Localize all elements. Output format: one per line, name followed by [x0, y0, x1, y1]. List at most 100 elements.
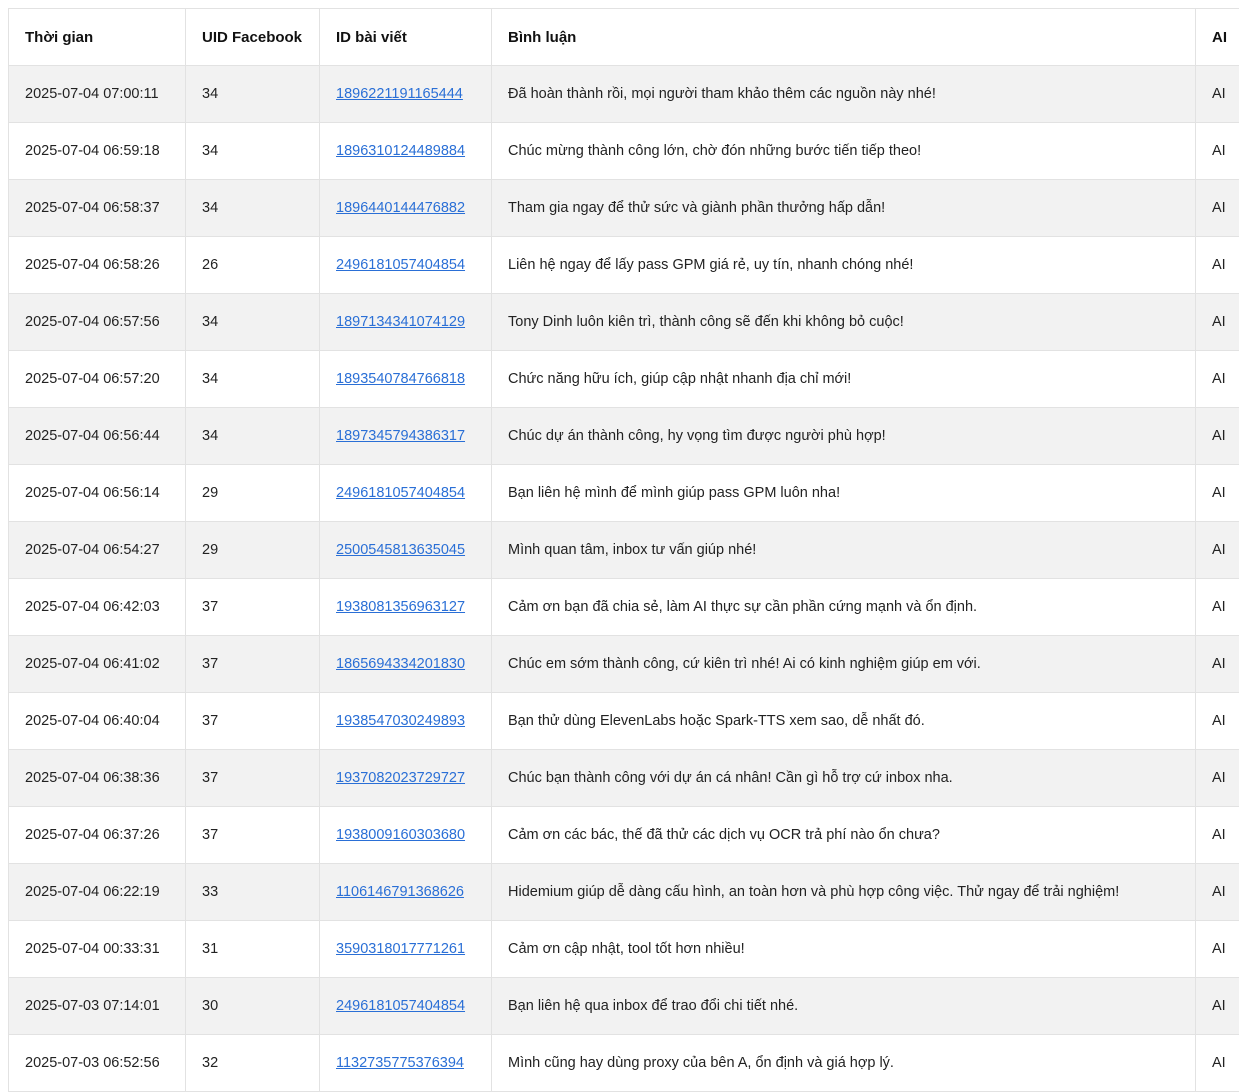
header-time: Thời gian — [9, 9, 186, 66]
cell-post-id: 2496181057404854 — [320, 237, 492, 294]
cell-uid: 34 — [186, 66, 320, 123]
cell-comment: Tony Dinh luôn kiên trì, thành công sẽ đ… — [492, 294, 1196, 351]
cell-comment: Bạn liên hệ qua inbox để trao đổi chi ti… — [492, 978, 1196, 1035]
post-id-link[interactable]: 2496181057404854 — [336, 485, 465, 501]
comments-table-container: Thời gian UID Facebook ID bài viết Bình … — [8, 8, 1239, 1092]
cell-uid: 26 — [186, 237, 320, 294]
cell-comment: Bạn liên hệ mình để mình giúp pass GPM l… — [492, 465, 1196, 522]
comments-table: Thời gian UID Facebook ID bài viết Bình … — [8, 8, 1239, 1092]
post-id-link[interactable]: 1896440144476882 — [336, 200, 465, 216]
table-row: 2025-07-04 06:56:4434 1897345794386317 Chú… — [9, 408, 1239, 465]
post-id-link[interactable]: 3590318017771261 — [336, 941, 465, 957]
table-row: 2025-07-04 06:42:03371938081356963127Cảm… — [9, 579, 1239, 636]
table-row: 2025-07-04 06:41:02371865694334201830Chú… — [9, 636, 1239, 693]
cell-time: 2025-07-04 06:58:26 — [9, 237, 186, 294]
cell-comment: Cảm ơn bạn đã chia sẻ, làm AI thực sự cầ… — [492, 579, 1196, 636]
cell-comment: Cảm ơn cập nhật, tool tốt hơn nhiều! — [492, 921, 1196, 978]
cell-comment: Mình quan tâm, inbox tư vấn giúp nhé! — [492, 522, 1196, 579]
table-row: 2025-07-04 06:22:19331106146791368626Hid… — [9, 864, 1239, 921]
table-row: 2025-07-04 06:54:2729 2500545813635045 Mìn… — [9, 522, 1239, 579]
cell-uid: 30 — [186, 978, 320, 1035]
cell-comment: Liên hệ ngay để lấy pass GPM giá rẻ, uy … — [492, 237, 1196, 294]
post-id-link[interactable]: 1896221191165444 — [336, 86, 463, 102]
cell-uid: 29 — [186, 465, 320, 522]
header-ai: AI — [1196, 9, 1239, 66]
cell-post-id: 1938009160303680 — [320, 807, 492, 864]
cell-uid: 34 — [186, 408, 320, 465]
table-row: 2025-07-04 06:57:20341893540784766818Chứ… — [9, 351, 1239, 408]
post-id-link[interactable]: 1132735775376394 — [336, 1055, 464, 1071]
cell-comment: Hidemium giúp dễ dàng cấu hình, an toàn … — [492, 864, 1196, 921]
cell-time: 2025-07-04 06:22:19 — [9, 864, 186, 921]
cell-time: 2025-07-04 06:56:44 — [9, 408, 186, 465]
cell-uid: 37 — [186, 636, 320, 693]
cell-time: 2025-07-04 06:41:02 — [9, 636, 186, 693]
cell-time: 2025-07-04 06:57:56 — [9, 294, 186, 351]
post-id-link[interactable]: 2496181057404854 — [336, 998, 465, 1014]
table-row: 2025-07-04 06:58:37341896440144476882Tha… — [9, 180, 1239, 237]
table-row: 2025-07-04 07:00:11341896221191165444Đã … — [9, 66, 1239, 123]
cell-comment: Mình cũng hay dùng proxy của bên A, ổn đ… — [492, 1035, 1196, 1092]
cell-ai: AI — [1196, 123, 1239, 180]
post-id-link[interactable]: 2496181057404854 — [336, 257, 465, 273]
cell-ai: AI — [1196, 807, 1239, 864]
cell-post-id: 1865694334201830 — [320, 636, 492, 693]
cell-post-id: 2496181057404854 — [320, 978, 492, 1035]
post-id-link[interactable]: 1106146791368626 — [336, 884, 464, 900]
cell-uid: 32 — [186, 1035, 320, 1092]
cell-uid: 37 — [186, 750, 320, 807]
cell-post-id: 1106146791368626 — [320, 864, 492, 921]
cell-ai: AI — [1196, 237, 1239, 294]
cell-ai: AI — [1196, 465, 1239, 522]
cell-post-id: 1896310124489884 — [320, 123, 492, 180]
table-row: 2025-07-04 06:58:2626 2496181057404854 Liê… — [9, 237, 1239, 294]
post-id-link[interactable]: 1938009160303680 — [336, 827, 465, 843]
cell-post-id: 2500545813635045 — [320, 522, 492, 579]
cell-time: 2025-07-04 06:57:20 — [9, 351, 186, 408]
cell-ai: AI — [1196, 294, 1239, 351]
cell-ai: AI — [1196, 579, 1239, 636]
cell-time: 2025-07-04 06:37:26 — [9, 807, 186, 864]
post-id-link[interactable]: 1938081356963127 — [336, 599, 465, 615]
cell-post-id: 2496181057404854 — [320, 465, 492, 522]
cell-time: 2025-07-04 07:00:11 — [9, 66, 186, 123]
cell-uid: 29 — [186, 522, 320, 579]
post-id-link[interactable]: 1897134341074129 — [336, 314, 465, 330]
cell-uid: 37 — [186, 807, 320, 864]
cell-time: 2025-07-04 06:54:27 — [9, 522, 186, 579]
post-id-link[interactable]: 1937082023729727 — [336, 770, 465, 786]
table-row: 2025-07-04 06:56:14292496181057404854Bạn… — [9, 465, 1239, 522]
header-post-id: ID bài viết — [320, 9, 492, 66]
post-id-link[interactable]: 1897345794386317 — [336, 428, 465, 444]
post-id-link[interactable]: 1896310124489884 — [336, 143, 465, 159]
table-row: 2025-07-04 00:33:31313590318017771261Cảm… — [9, 921, 1239, 978]
table-row: 2025-07-03 06:52:56321132735775376394Mìn… — [9, 1035, 1239, 1092]
cell-post-id: 1937082023729727 — [320, 750, 492, 807]
cell-ai: AI — [1196, 921, 1239, 978]
cell-post-id: 1897134341074129 — [320, 294, 492, 351]
cell-post-id: 1896221191165444 — [320, 66, 492, 123]
header-uid: UID Facebook — [186, 9, 320, 66]
table-row: 2025-07-04 06:38:36371937082023729727Chú… — [9, 750, 1239, 807]
cell-post-id: 1938547030249893 — [320, 693, 492, 750]
cell-ai: AI — [1196, 750, 1239, 807]
cell-comment: Tham gia ngay để thử sức và giành phần t… — [492, 180, 1196, 237]
cell-time: 2025-07-04 00:33:31 — [9, 921, 186, 978]
header-row: Thời gian UID Facebook ID bài viết Bình … — [9, 9, 1239, 66]
cell-comment: Chúc dự án thành công, hy vọng tìm được … — [492, 408, 1196, 465]
cell-uid: 34 — [186, 351, 320, 408]
cell-ai: AI — [1196, 978, 1239, 1035]
cell-uid: 34 — [186, 123, 320, 180]
table-body: 2025-07-04 07:00:11341896221191165444Đã … — [9, 66, 1239, 1092]
cell-ai: AI — [1196, 351, 1239, 408]
table-row: 2025-07-04 06:59:18341896310124489884Chú… — [9, 123, 1239, 180]
cell-ai: AI — [1196, 408, 1239, 465]
post-id-link[interactable]: 1938547030249893 — [336, 713, 465, 729]
cell-ai: AI — [1196, 522, 1239, 579]
table-row: 2025-07-04 06:57:56341897134341074129Ton… — [9, 294, 1239, 351]
post-id-link[interactable]: 2500545813635045 — [336, 542, 465, 558]
table-header: Thời gian UID Facebook ID bài viết Bình … — [9, 9, 1239, 66]
post-id-link[interactable]: 1865694334201830 — [336, 656, 465, 672]
post-id-link[interactable]: 1893540784766818 — [336, 371, 465, 387]
cell-time: 2025-07-04 06:38:36 — [9, 750, 186, 807]
